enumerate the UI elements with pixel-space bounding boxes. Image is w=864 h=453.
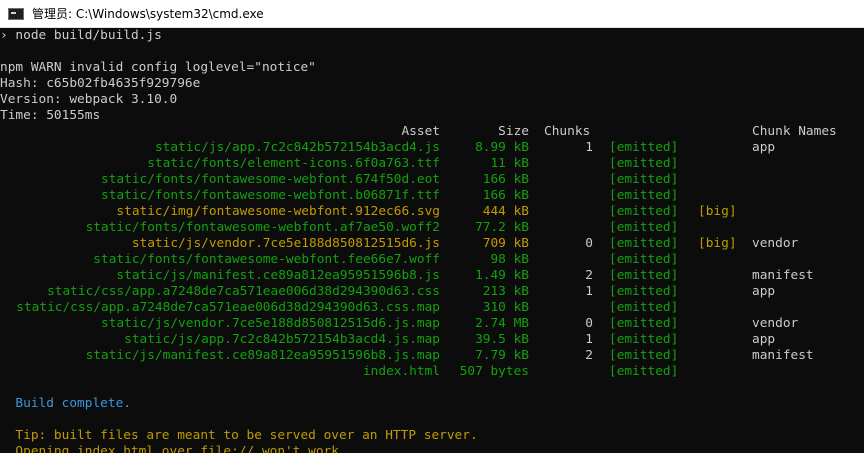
emitted-status: [emitted]	[609, 316, 679, 331]
asset-size: 11 kB	[490, 156, 529, 171]
asset-name: static/fonts/fontawesome-webfont.fee66e7…	[93, 252, 440, 267]
window-title: 管理员: C:\Windows\system32\cmd.exe	[32, 7, 264, 21]
asset-name: static/fonts/fontawesome-webfont.af7ae50…	[85, 220, 440, 235]
asset-size: 8.99 kB	[475, 140, 529, 155]
cmd-window: 管理员: C:\Windows\system32\cmd.exe › node …	[0, 0, 864, 453]
asset-name: static/fonts/fontawesome-webfont.674f50d…	[101, 172, 440, 187]
header-size: Size	[498, 124, 529, 139]
asset-name: static/img/fontawesome-webfont.912ec66.s…	[116, 204, 440, 219]
emitted-status: [emitted]	[609, 236, 679, 251]
time-line: Time: 50155ms	[0, 108, 101, 123]
asset-size: 1.49 kB	[475, 268, 529, 283]
emitted-status: [emitted]	[609, 220, 679, 235]
asset-name: static/js/manifest.ce89a812ea95951596b8.…	[85, 348, 440, 363]
emitted-status: [emitted]	[609, 172, 679, 187]
emitted-status: [emitted]	[609, 140, 679, 155]
npm-warn-line: npm WARN invalid config loglevel="notice…	[0, 60, 316, 75]
asset-size: 507 bytes	[459, 364, 529, 379]
asset-chunks: 1	[585, 332, 593, 347]
asset-size: 166 kB	[482, 172, 529, 187]
emitted-status: [emitted]	[609, 156, 679, 171]
emitted-status: [emitted]	[609, 268, 679, 283]
emitted-status: [emitted]	[609, 204, 679, 219]
hash-line: Hash: c65b02fb4635f929796e	[0, 76, 201, 91]
title-bar[interactable]: 管理员: C:\Windows\system32\cmd.exe	[0, 0, 864, 28]
asset-name: static/fonts/element-icons.6f0a763.ttf	[147, 156, 440, 171]
asset-chunks: 2	[585, 348, 593, 363]
asset-size: 77.2 kB	[475, 220, 529, 235]
opening-line: Opening index.html over file:// won't wo…	[0, 444, 347, 453]
asset-size: 7.79 kB	[475, 348, 529, 363]
emitted-status: [emitted]	[609, 332, 679, 347]
big-flag: [big]	[698, 236, 737, 251]
chunk-name: app	[752, 332, 776, 347]
asset-chunks: 0	[585, 316, 593, 331]
emitted-status: [emitted]	[609, 364, 679, 379]
asset-chunks: 2	[585, 268, 593, 283]
asset-name: index.html	[362, 364, 440, 379]
asset-name: static/fonts/fontawesome-webfont.b06871f…	[101, 188, 440, 203]
header-chunk-names: Chunk Names	[752, 124, 837, 139]
asset-size: 98 kB	[490, 252, 529, 267]
asset-size: 166 kB	[482, 188, 529, 203]
asset-chunks: 0	[585, 236, 593, 251]
version-line: Version: webpack 3.10.0	[0, 92, 178, 107]
asset-name: static/js/app.7c2c842b572154b3acd4.js	[154, 140, 440, 155]
header-asset: Asset	[401, 124, 440, 139]
console-output[interactable]: › node build/build.js npm WARN invalid c…	[0, 28, 864, 453]
asset-name: static/js/app.7c2c842b572154b3acd4.js.ma…	[124, 332, 440, 347]
asset-name: static/js/vendor.7ce5e188d850812515d6.js…	[101, 316, 440, 331]
chunk-name: vendor	[752, 236, 799, 251]
chunk-name: manifest	[752, 268, 814, 283]
chunk-name: app	[752, 284, 776, 299]
asset-size: 213 kB	[482, 284, 529, 299]
asset-name: static/css/app.a7248de7ca571eae006d38d29…	[16, 300, 440, 315]
asset-size: 39.5 kB	[475, 332, 529, 347]
big-flag: [big]	[698, 204, 737, 219]
header-chunks: Chunks	[544, 124, 591, 139]
emitted-status: [emitted]	[609, 300, 679, 315]
cmd-app-icon	[8, 7, 24, 20]
asset-name: static/css/app.a7248de7ca571eae006d38d29…	[47, 284, 440, 299]
emitted-status: [emitted]	[609, 188, 679, 203]
chunk-name: app	[752, 140, 776, 155]
asset-name: static/js/manifest.ce89a812ea95951596b8.…	[116, 268, 440, 283]
asset-size: 2.74 MB	[475, 316, 529, 331]
emitted-status: [emitted]	[609, 252, 679, 267]
asset-chunks: 1	[585, 284, 593, 299]
asset-size: 444 kB	[482, 204, 529, 219]
asset-chunks: 1	[585, 140, 593, 155]
asset-name: static/js/vendor.7ce5e188d850812515d6.js	[131, 236, 440, 251]
chunk-name: manifest	[752, 348, 814, 363]
emitted-status: [emitted]	[609, 348, 679, 363]
build-complete-line: Build complete.	[0, 396, 131, 411]
asset-size: 310 kB	[482, 300, 529, 315]
emitted-status: [emitted]	[609, 284, 679, 299]
chunk-name: vendor	[752, 316, 799, 331]
command-line: › node build/build.js	[0, 28, 162, 43]
asset-size: 709 kB	[482, 236, 529, 251]
tip-line: Tip: built files are meant to be served …	[0, 428, 478, 443]
